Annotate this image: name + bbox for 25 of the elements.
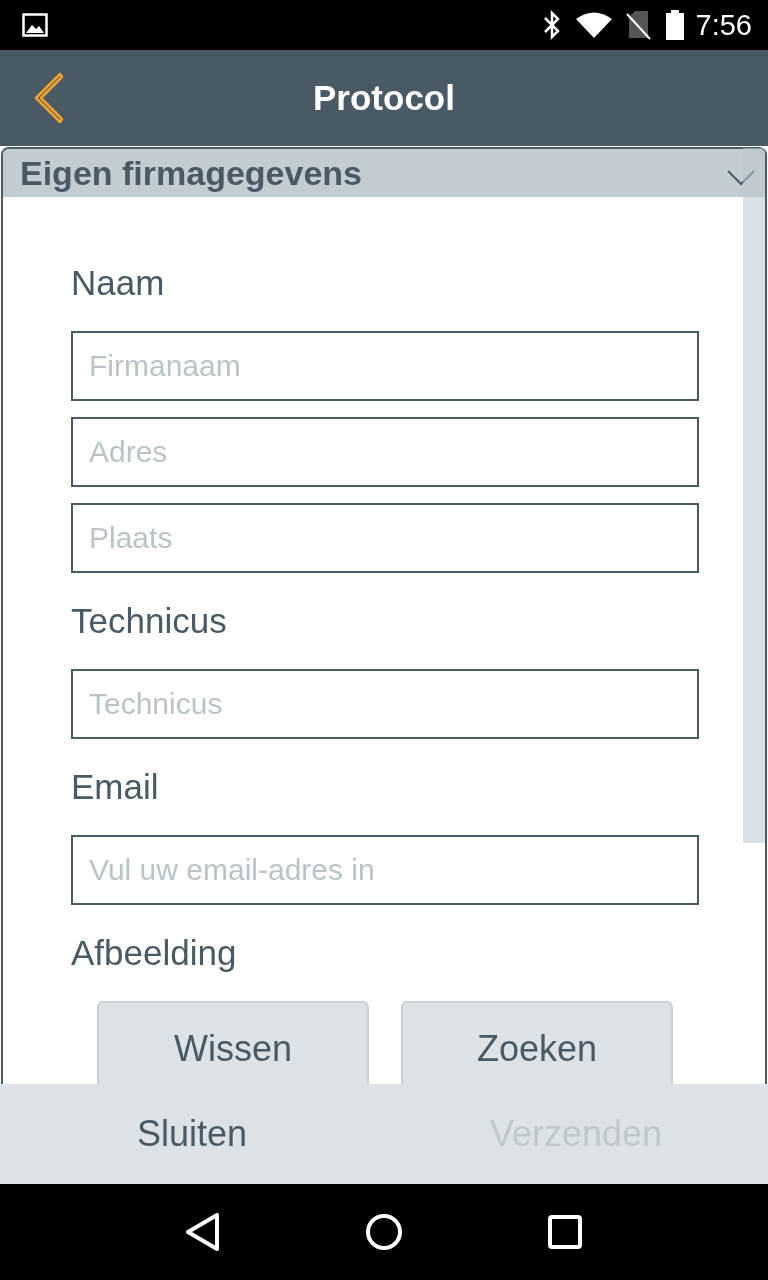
- no-sim-icon: [625, 10, 652, 40]
- home-nav-button[interactable]: [364, 1212, 404, 1252]
- image-action-button[interactable]: Wissen: [97, 1001, 369, 1084]
- image-action-button[interactable]: Zoeken: [401, 1001, 673, 1084]
- field-label: Afbeelding: [71, 933, 237, 973]
- bluetooth-icon: [541, 10, 562, 40]
- battery-icon: [665, 10, 684, 40]
- field-label: Technicus: [71, 601, 227, 641]
- action-button[interactable]: Sluiten: [0, 1084, 384, 1184]
- section-title: Eigen firmagegevens: [20, 153, 362, 193]
- wifi-icon: [575, 12, 612, 38]
- field-label: Email: [71, 767, 159, 807]
- text-input[interactable]: Adres: [71, 417, 699, 487]
- image-icon: [22, 13, 48, 37]
- text-input[interactable]: Vul uw email-adres in: [71, 835, 699, 905]
- status-time: 7:56: [695, 8, 752, 42]
- back-button[interactable]: [32, 72, 64, 124]
- chevron-left-icon: [32, 72, 64, 124]
- field-label: Naam: [71, 263, 165, 303]
- circle-home-icon: [364, 1212, 404, 1252]
- text-input[interactable]: Firmanaam: [71, 331, 699, 401]
- text-input[interactable]: Technicus: [71, 669, 699, 739]
- section-header[interactable]: Eigen firmagegevens: [3, 149, 765, 197]
- screen-title: Protocol: [313, 78, 455, 118]
- text-input[interactable]: Plaats: [71, 503, 699, 573]
